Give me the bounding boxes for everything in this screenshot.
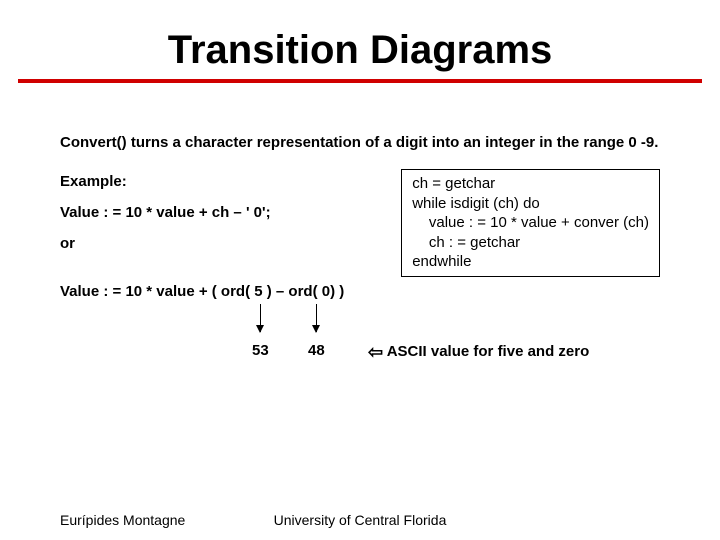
expression-2: Value : = 10 * value + ( ord( 5 ) – ord(… bbox=[60, 283, 660, 300]
example-label: Example: bbox=[60, 173, 401, 190]
example-left-column: Example: Value : = 10 * value + ch – ' 0… bbox=[60, 173, 401, 266]
arrow-left-icon: ⇦ bbox=[368, 342, 383, 362]
value-48: 48 bbox=[308, 342, 325, 359]
ascii-note-text: ASCII value for five and zero bbox=[383, 343, 589, 360]
arrow-down-icon bbox=[316, 304, 317, 332]
value-53: 53 bbox=[252, 342, 269, 359]
slide-title: Transition Diagrams bbox=[0, 0, 720, 79]
arrows-area: 53 48 ⇦ ASCII value for five and zero bbox=[60, 304, 660, 374]
example-row: Example: Value : = 10 * value + ch – ' 0… bbox=[60, 173, 660, 277]
expression-1: Value : = 10 * value + ch – ' 0'; bbox=[60, 204, 401, 221]
ascii-note: ⇦ ASCII value for five and zero bbox=[368, 342, 589, 363]
or-label: or bbox=[60, 235, 401, 252]
description-text: Convert() turns a character representati… bbox=[60, 133, 660, 153]
pseudocode-box: ch = getchar while isdigit (ch) do value… bbox=[401, 169, 660, 277]
slide-content: Convert() turns a character representati… bbox=[0, 83, 720, 374]
footer-affiliation: University of Central Florida bbox=[0, 512, 720, 528]
arrow-down-icon bbox=[260, 304, 261, 332]
